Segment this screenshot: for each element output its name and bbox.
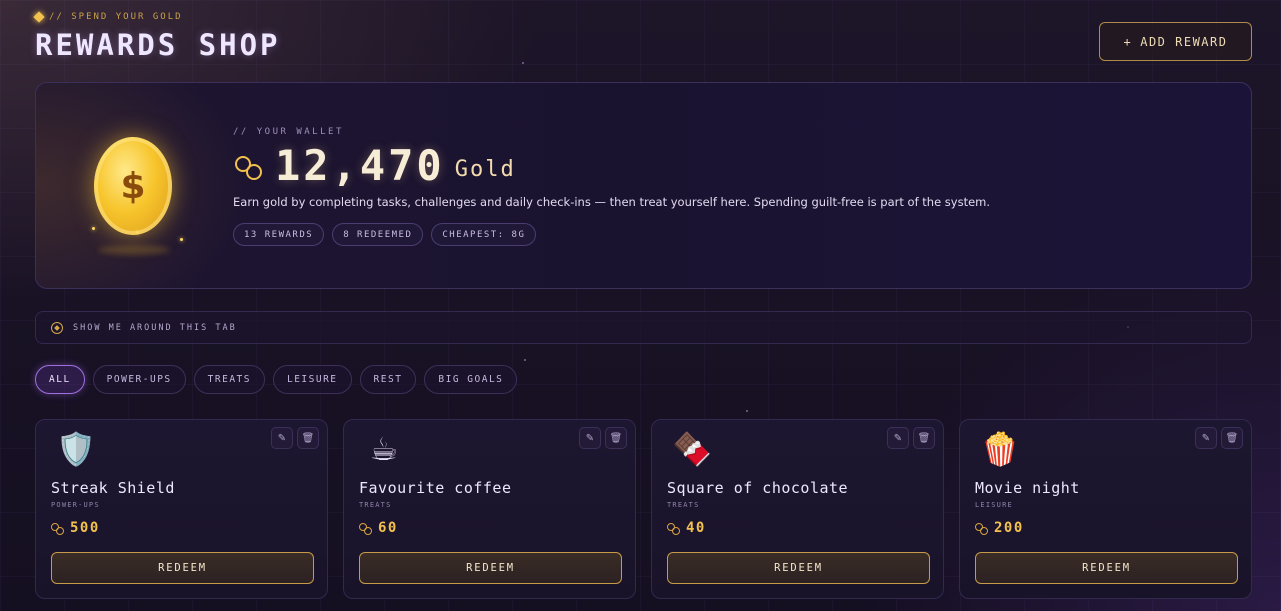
page-title: REWARDS SHOP	[35, 28, 281, 62]
popcorn-icon: 🍿	[980, 430, 1020, 468]
stat-chip-rewards: 13 REWARDS	[233, 223, 325, 246]
tour-button[interactable]: SHOW ME AROUND THIS TAB	[35, 311, 1252, 344]
coins-icon	[359, 522, 372, 535]
filter-leisure[interactable]: LEISURE	[272, 365, 352, 394]
price-value: 200	[994, 520, 1024, 536]
balance-value: 12,470	[275, 141, 445, 190]
reward-category: TREATS	[359, 501, 392, 509]
background-sparkle	[746, 410, 748, 412]
sparkle-icon	[180, 238, 183, 241]
reward-title: Square of chocolate	[667, 479, 849, 497]
redeem-button[interactable]: REDEEM	[667, 552, 930, 584]
reward-category: TREATS	[667, 501, 700, 509]
filter-treats[interactable]: TREATS	[193, 365, 265, 394]
wallet-description: Earn gold by completing tasks, challenge…	[233, 195, 991, 209]
coins-icon	[667, 522, 680, 535]
card-tools: ✎ 🗑	[1195, 427, 1243, 449]
edit-icon[interactable]: ✎	[271, 427, 293, 449]
delete-icon[interactable]: 🗑	[297, 427, 319, 449]
tour-label: SHOW ME AROUND THIS TAB	[73, 322, 237, 333]
add-reward-button[interactable]: + ADD REWARD	[1099, 22, 1252, 61]
delete-icon[interactable]: 🗑	[913, 427, 935, 449]
price-value: 500	[70, 520, 100, 536]
chocolate-icon: 🍫	[672, 430, 712, 468]
reward-cards: 🛡️ ✎ 🗑 Streak Shield POWER-UPS 500 REDEE…	[35, 419, 1252, 599]
redeem-button[interactable]: REDEEM	[359, 552, 622, 584]
reward-title: Movie night	[975, 479, 1080, 497]
card-tools: ✎ 🗑	[271, 427, 319, 449]
filter-big-goals[interactable]: BIG GOALS	[424, 365, 518, 394]
compass-icon	[51, 321, 63, 334]
balance-unit: Gold	[454, 157, 516, 182]
reward-category: LEISURE	[975, 501, 1013, 509]
edit-icon[interactable]: ✎	[887, 427, 909, 449]
card-tools: ✎ 🗑	[887, 427, 935, 449]
reward-title: Favourite coffee	[359, 479, 512, 497]
gold-coin-illustration: $	[92, 137, 172, 237]
stat-chip-redeemed: 8 REDEEMED	[332, 223, 424, 246]
eyebrow-text: // SPEND YOUR GOLD	[49, 12, 183, 22]
coins-icon	[51, 522, 64, 535]
card-tools: ✎ 🗑	[579, 427, 627, 449]
redeem-button[interactable]: REDEEM	[975, 552, 1238, 584]
dollar-coin-icon: $	[94, 137, 172, 235]
price-value: 40	[686, 520, 706, 536]
shield-icon: 🛡️	[56, 430, 96, 468]
delete-icon[interactable]: 🗑	[605, 427, 627, 449]
reward-title: Streak Shield	[51, 479, 175, 497]
filter-power-ups[interactable]: POWER-UPS	[92, 365, 186, 394]
wallet-balance: 12,470 Gold	[233, 141, 516, 190]
sparkle-icon	[136, 231, 139, 234]
sparkle-icon	[92, 227, 95, 230]
coins-icon	[975, 522, 988, 535]
coin-shadow	[98, 245, 170, 255]
stat-chip-cheapest: CHEAPEST: 8G	[431, 223, 537, 246]
plus-icon: +	[1123, 34, 1133, 49]
background-sparkle	[524, 359, 526, 361]
diamond-icon	[33, 11, 45, 23]
edit-icon[interactable]: ✎	[579, 427, 601, 449]
reward-price: 500	[51, 520, 100, 536]
reward-card: 🍫 ✎ 🗑 Square of chocolate TREATS 40 REDE…	[651, 419, 944, 599]
reward-price: 40	[667, 520, 706, 536]
reward-card: 🛡️ ✎ 🗑 Streak Shield POWER-UPS 500 REDEE…	[35, 419, 328, 599]
edit-icon[interactable]: ✎	[1195, 427, 1217, 449]
category-filters: ALL POWER-UPS TREATS LEISURE REST BIG GO…	[35, 365, 518, 394]
wallet-label: // YOUR WALLET	[233, 127, 344, 137]
reward-category: POWER-UPS	[51, 501, 100, 509]
background-sparkle	[522, 62, 524, 64]
coffee-icon: ☕	[369, 430, 399, 468]
filter-rest[interactable]: REST	[359, 365, 417, 394]
reward-price: 200	[975, 520, 1024, 536]
delete-icon[interactable]: 🗑	[1221, 427, 1243, 449]
wallet-panel: $ // YOUR WALLET 12,470 Gold Earn gold b…	[35, 82, 1252, 289]
page-eyebrow: // SPEND YOUR GOLD	[33, 11, 183, 23]
reward-card: ☕ ✎ 🗑 Favourite coffee TREATS 60 REDEEM	[343, 419, 636, 599]
add-reward-label: ADD REWARD	[1140, 34, 1228, 49]
reward-price: 60	[359, 520, 398, 536]
price-value: 60	[378, 520, 398, 536]
coins-icon	[233, 150, 265, 182]
redeem-button[interactable]: REDEEM	[51, 552, 314, 584]
wallet-stats: 13 REWARDS 8 REDEEMED CHEAPEST: 8G	[233, 223, 537, 246]
reward-card: 🍿 ✎ 🗑 Movie night LEISURE 200 REDEEM	[959, 419, 1252, 599]
filter-all[interactable]: ALL	[35, 365, 85, 394]
